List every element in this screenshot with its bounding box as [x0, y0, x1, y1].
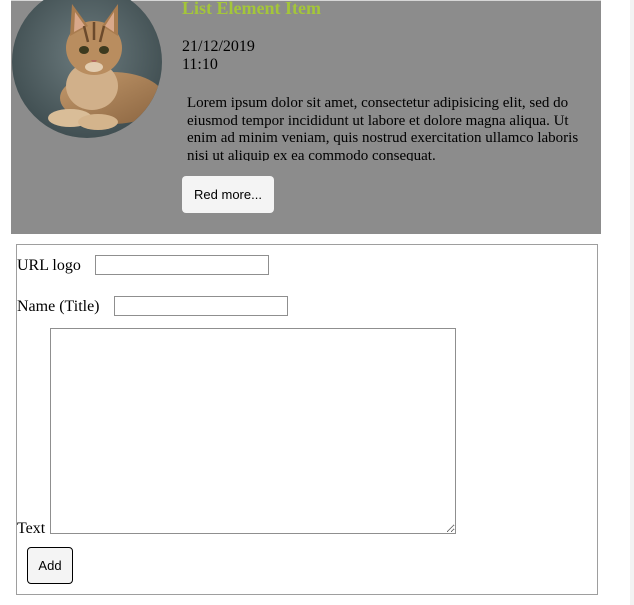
page: List Element Item 21/12/2019 11:10 Lorem… — [0, 0, 634, 605]
url-logo-input[interactable] — [95, 255, 269, 275]
text-textarea[interactable] — [50, 328, 456, 534]
page-right-edge — [630, 0, 634, 605]
add-button[interactable]: Add — [27, 547, 73, 584]
list-item-time: 11:10 — [182, 56, 218, 73]
add-item-form: URL logo Name (Title) Text Add — [16, 244, 598, 595]
read-more-button[interactable]: Red more... — [182, 176, 274, 213]
url-logo-label: URL logo — [17, 257, 81, 274]
list-item-title: List Element Item — [182, 0, 321, 18]
list-item-text: Lorem ipsum dolor sit amet, consectetur … — [187, 95, 579, 161]
cat-avatar-image — [12, 0, 162, 138]
name-title-label: Name (Title) — [17, 298, 100, 315]
name-title-input[interactable] — [114, 296, 288, 316]
list-item-date: 21/12/2019 — [182, 38, 255, 55]
text-label: Text — [17, 520, 46, 537]
list-item-card: List Element Item 21/12/2019 11:10 Lorem… — [11, 0, 601, 234]
